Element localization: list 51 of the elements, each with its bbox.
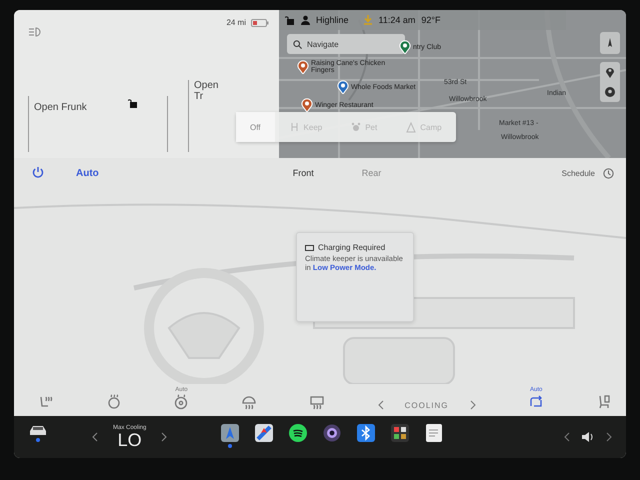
- outside-temperature: 92°F: [421, 15, 440, 25]
- navigate-search-field[interactable]: Navigate: [287, 34, 405, 54]
- front-defrost-icon[interactable]: [241, 394, 258, 410]
- speaker-volume-icon[interactable]: [581, 431, 595, 443]
- right-chevron-icon[interactable]: [605, 432, 612, 442]
- navigation-app-icon[interactable]: [221, 424, 240, 442]
- restaurant-pin-icon: [297, 60, 309, 74]
- map-app-icon[interactable]: [255, 424, 274, 442]
- open-frunk-button[interactable]: Open Frunk: [28, 96, 98, 152]
- power-icon[interactable]: [32, 166, 44, 178]
- right-chevron-icon[interactable]: [468, 400, 476, 410]
- app-grid-icon[interactable]: [391, 424, 410, 442]
- open-trunk-button[interactable]: Open Tr: [188, 80, 230, 152]
- location-pin-icon[interactable]: [605, 66, 615, 78]
- spotify-app-icon[interactable]: [289, 424, 308, 442]
- search-icon: [293, 40, 302, 48]
- left-chevron-icon[interactable]: [92, 432, 99, 442]
- unlocked-padlock-icon: [128, 98, 138, 108]
- climate-mode-label[interactable]: Auto: [76, 168, 99, 178]
- rear-defrost-icon[interactable]: [308, 394, 325, 410]
- schedule-label[interactable]: Schedule: [562, 168, 595, 178]
- climate-keeper-option[interactable]: Off: [236, 112, 275, 142]
- fan-mode-label[interactable]: COOLING: [404, 400, 448, 410]
- driver-profile-name[interactable]: Highline: [316, 15, 349, 25]
- cabin-temperature[interactable]: LO: [118, 431, 142, 449]
- climate-zone-tab[interactable]: Front: [288, 166, 318, 180]
- bluetooth-icon[interactable]: [357, 424, 376, 442]
- climate-zone-tab[interactable]: Rear: [358, 166, 386, 180]
- right-chevron-icon[interactable]: [160, 432, 168, 442]
- golf-pin-icon: [399, 40, 411, 54]
- clock-time: 11:24 am: [378, 15, 416, 25]
- heated-wheel-icon[interactable]: [106, 394, 122, 410]
- clock-icon[interactable]: [603, 168, 614, 178]
- camp-icon: [405, 121, 418, 133]
- left-chevron-icon[interactable]: [376, 400, 385, 410]
- location-pin-icon[interactable]: [604, 86, 616, 98]
- pet-icon: [350, 121, 362, 133]
- battery-icon: [305, 244, 315, 250]
- range-reading: 24 mi: [226, 18, 246, 27]
- battery-icon: [251, 18, 269, 26]
- grocery-pin-icon: [337, 80, 349, 94]
- restaurant-pin-icon: [301, 98, 313, 112]
- heated-steering-wheel-icon[interactable]: [173, 394, 190, 410]
- camera-app-icon[interactable]: [323, 424, 342, 442]
- left-chevron-icon[interactable]: [564, 432, 571, 442]
- notepad-app-icon[interactable]: [425, 424, 444, 442]
- person-icon[interactable]: [301, 15, 310, 25]
- notification-title: Charging Required: [318, 243, 386, 252]
- unlocked-padlock-icon: [285, 15, 295, 25]
- compass-button[interactable]: [600, 32, 620, 54]
- car-icon[interactable]: [28, 424, 48, 436]
